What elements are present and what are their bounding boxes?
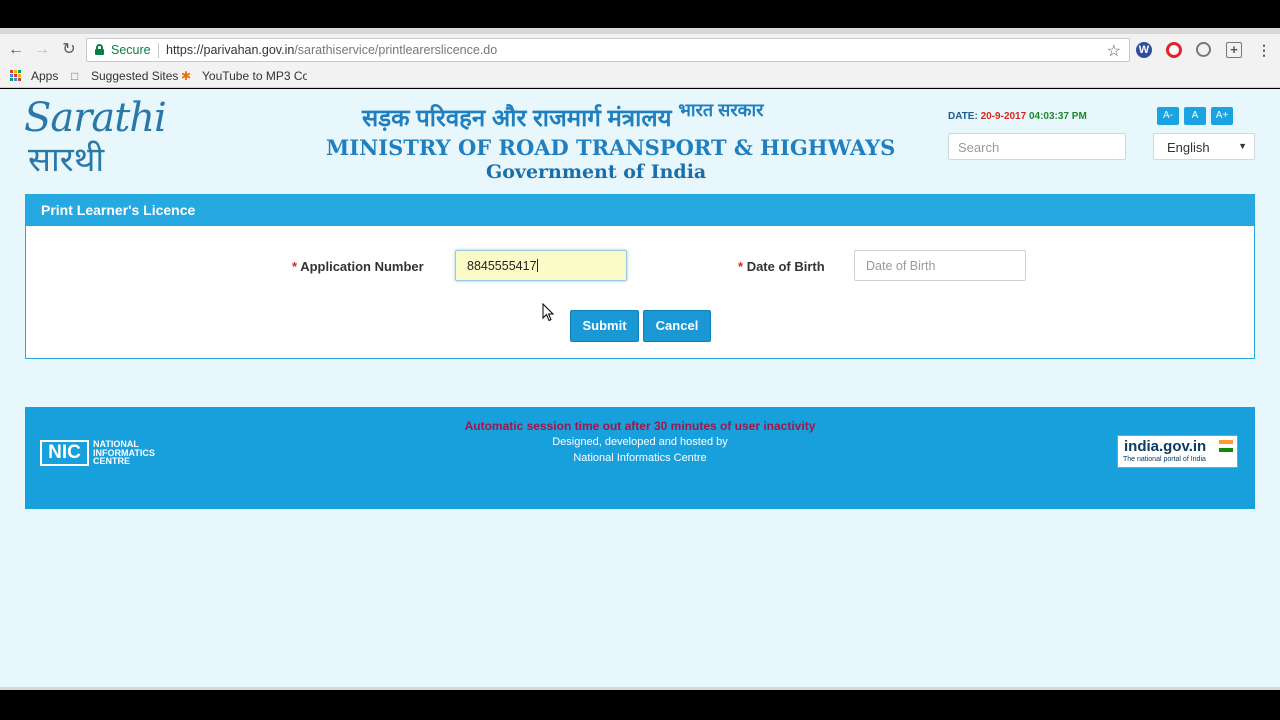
opera-icon[interactable]: [1166, 42, 1182, 58]
portal-name: india.gov.in: [1124, 438, 1207, 455]
bookmark-suggested-sites[interactable]: Suggested Sites: [91, 69, 178, 83]
extension-w-icon[interactable]: W: [1136, 42, 1152, 58]
session-timeout-notice: Automatic session time out after 30 minu…: [464, 419, 816, 433]
chevron-down-icon: ▼: [1238, 141, 1247, 151]
date-of-birth-label: * Date of Birth: [738, 259, 825, 274]
ministry-hindi-title: सड़क परिवहन और राजमार्ग मंत्रालय भारत सर…: [362, 100, 764, 134]
time-value: 04:03:37 PM: [1028, 111, 1087, 122]
screen: ← → ↻ Secure https://parivahan.gov.in/sa…: [0, 0, 1280, 720]
page-content: Sarathi सारथी सड़क परिवहन और राजमार्ग मं…: [0, 89, 1280, 687]
secure-label: Secure: [111, 43, 151, 57]
application-number-input[interactable]: 8845555417: [455, 250, 627, 281]
new-window-icon[interactable]: +: [1226, 42, 1242, 58]
language-select[interactable]: English ▼: [1153, 133, 1255, 160]
site-search-input[interactable]: Search: [948, 133, 1126, 160]
government-title: Government of India: [486, 161, 707, 183]
language-selected: English: [1167, 140, 1210, 155]
font-normal-button[interactable]: A: [1184, 107, 1206, 125]
sarathi-logo[interactable]: Sarathi सारथी: [24, 95, 167, 183]
date-of-birth-input[interactable]: Date of Birth: [854, 250, 1026, 281]
panel-title: Print Learner's Licence: [26, 195, 1254, 226]
mouse-pointer-icon: [542, 303, 554, 322]
lock-icon: [95, 44, 104, 55]
bookmark-youtube-mp3[interactable]: YouTube to MP3 Co: [202, 69, 307, 83]
designed-by-text: Designed, developed and hosted by: [552, 436, 728, 448]
date-of-birth-label-text: Date of Birth: [746, 259, 825, 274]
application-number-value: 8845555417: [467, 259, 537, 273]
menu-icon[interactable]: ⋮: [1256, 42, 1272, 58]
submit-button[interactable]: Submit: [570, 310, 639, 342]
address-separator: [158, 43, 159, 58]
required-asterisk: *: [292, 259, 298, 274]
address-bar[interactable]: Secure https://parivahan.gov.in/sarathis…: [86, 38, 1130, 62]
print-learner-panel: Print Learner's Licence * Application Nu…: [25, 194, 1255, 359]
date-time-display: DATE: 20-9-2017 04:03:37 PM: [948, 111, 1087, 122]
forward-icon[interactable]: →: [33, 41, 51, 59]
ministry-hindi-text: सड़क परिवहन और राजमार्ग मंत्रालय: [362, 105, 672, 132]
footer: NIC NATIONAL INFORMATICS CENTRE Automati…: [25, 407, 1255, 509]
cancel-button[interactable]: Cancel: [643, 310, 711, 342]
settings-extension-icon[interactable]: [1196, 42, 1211, 57]
browser-toolbar: ← → ↻ Secure https://parivahan.gov.in/sa…: [0, 34, 1280, 66]
bookmark-apps[interactable]: Apps: [31, 69, 58, 83]
nic-credit-text: National Informatics Centre: [573, 452, 707, 464]
url-host: https://parivahan.gov.in: [166, 43, 295, 57]
reload-icon[interactable]: ↻: [60, 41, 78, 59]
bookmarks-bar: Apps □ Suggested Sites ✱ YouTube to MP3 …: [0, 66, 1280, 88]
application-number-label-text: Application Number: [300, 259, 424, 274]
font-decrease-button[interactable]: A-: [1157, 107, 1179, 125]
india-gov-logo[interactable]: india.gov.in The national portal of Indi…: [1117, 435, 1238, 468]
date-label: DATE:: [948, 111, 978, 122]
flag-icon: [1219, 440, 1233, 452]
required-asterisk: *: [738, 259, 744, 274]
ministry-english-title: MINISTRY OF ROAD TRANSPORT & HIGHWAYS: [326, 135, 896, 160]
text-caret: [536, 259, 538, 272]
date-value: 20-9-2017: [980, 111, 1027, 122]
portal-tagline: The national portal of India: [1123, 456, 1206, 463]
back-icon[interactable]: ←: [7, 41, 25, 59]
url-text[interactable]: https://parivahan.gov.in/sarathiservice/…: [166, 43, 497, 57]
youtube-mp3-icon: ✱: [181, 69, 192, 83]
bookmark-star-icon[interactable]: ☆: [1107, 41, 1121, 61]
logo-hindi: सारथी: [28, 140, 105, 180]
bharat-sarkar-text: भारत सरकार: [678, 100, 764, 120]
taskbar-edge: [0, 687, 1280, 690]
page-icon: □: [71, 69, 79, 83]
apps-icon[interactable]: [10, 70, 22, 82]
url-path: /sarathiservice/printlearerslicence.do: [294, 43, 498, 57]
font-increase-button[interactable]: A+: [1211, 107, 1233, 125]
application-number-label: * Application Number: [292, 259, 424, 274]
